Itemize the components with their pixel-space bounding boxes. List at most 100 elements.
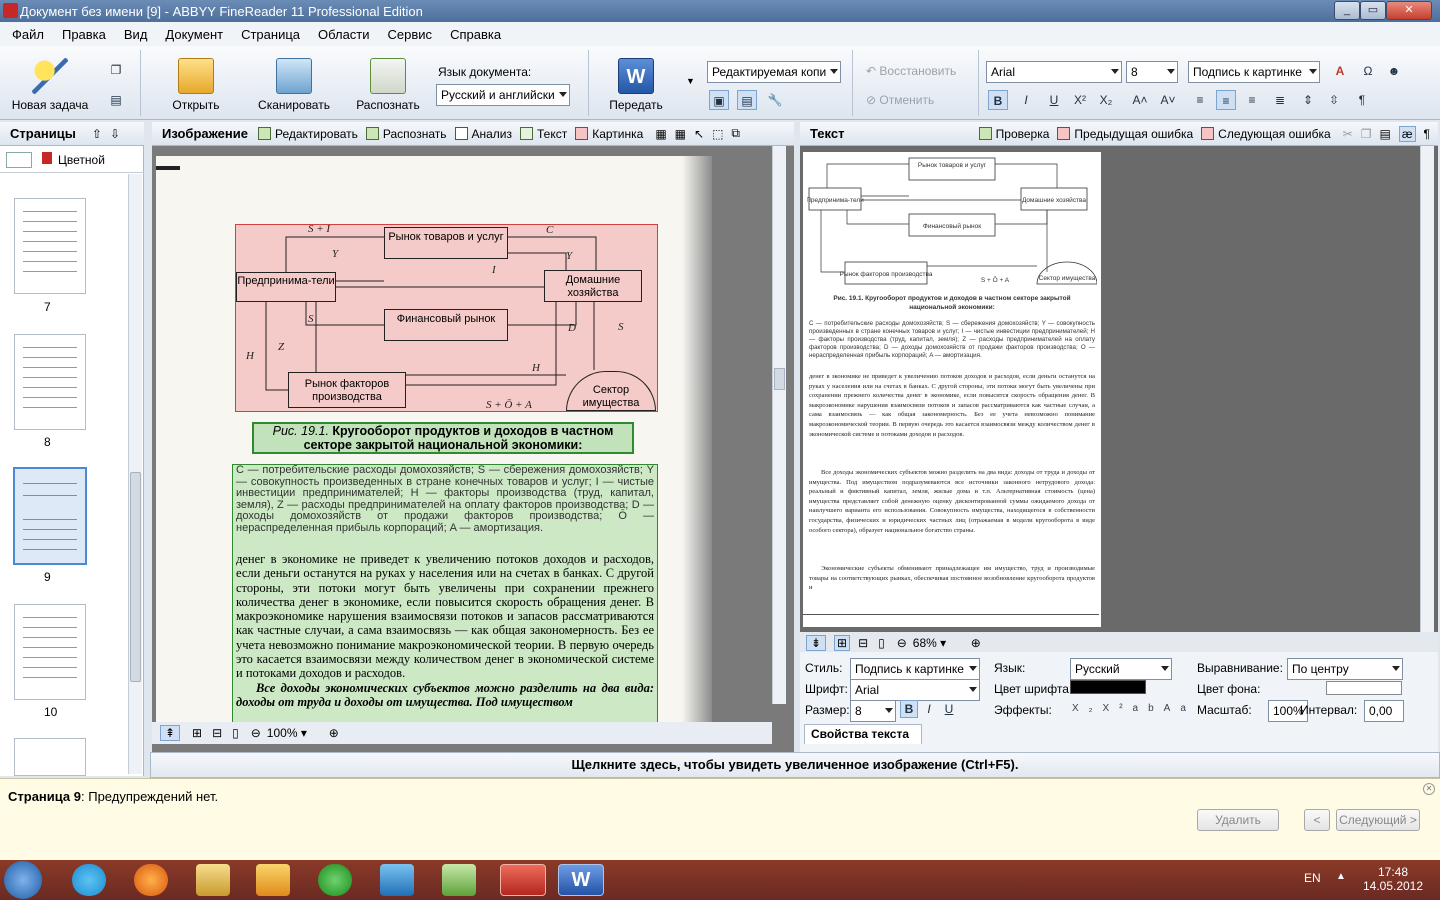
align-center-icon[interactable]: ≡: [1216, 90, 1236, 110]
explorer-icon[interactable]: [196, 864, 230, 896]
drinks-app-icon[interactable]: [442, 864, 476, 896]
scan-button[interactable]: Сканировать: [254, 58, 334, 112]
maximize-button[interactable]: ▭: [1360, 1, 1386, 20]
close-warnings-icon[interactable]: ✕: [1423, 783, 1435, 795]
fit-height-icon[interactable]: ▯: [232, 726, 239, 740]
color-mode-label[interactable]: Цветной: [58, 153, 105, 167]
style-edit-icon[interactable]: A: [1330, 61, 1350, 81]
image-scrollbar[interactable]: [772, 146, 786, 704]
menu-service[interactable]: Сервис: [376, 27, 439, 42]
close-button[interactable]: ✕: [1386, 1, 1432, 20]
page-thumbnail[interactable]: [14, 198, 86, 294]
doc-language-select[interactable]: Русский и английски: [436, 84, 570, 106]
layout-view-icon[interactable]: ▣: [709, 90, 729, 110]
grow-font-icon[interactable]: A˄: [1130, 90, 1150, 110]
clock[interactable]: 17:48 14.05.2012: [1360, 865, 1426, 893]
superscript-icon[interactable]: X²: [1070, 90, 1090, 110]
page-thumbnail[interactable]: [14, 334, 86, 430]
align-right-icon[interactable]: ≡: [1242, 90, 1262, 110]
tray-expand-icon[interactable]: ▲: [1336, 871, 1346, 882]
collapse-icon[interactable]: ⇞: [160, 725, 180, 741]
analyze-button[interactable]: Анализ: [454, 127, 512, 141]
bold-icon[interactable]: B: [988, 90, 1008, 110]
pages-scrollbar[interactable]: [128, 174, 142, 774]
media-player-icon[interactable]: [256, 864, 290, 896]
page-thumbnail[interactable]: [14, 738, 86, 776]
page-up-icon[interactable]: ⇧: [92, 127, 102, 141]
select-area-icon[interactable]: ⬚: [712, 127, 723, 141]
undo-button[interactable]: ⊘ Отменить: [866, 93, 934, 107]
align-left-icon[interactable]: ≡: [1190, 90, 1210, 110]
grid-icon[interactable]: ▦: [675, 127, 686, 141]
copy-icon[interactable]: ❐: [106, 60, 126, 80]
text-area[interactable]: С — потребительские расходы домохозяйств…: [232, 464, 658, 726]
firefox-icon[interactable]: [134, 864, 168, 896]
zoom-out-icon[interactable]: ⊖: [251, 726, 261, 740]
language-select[interactable]: Русский: [1070, 658, 1172, 680]
page-down-icon[interactable]: ⇩: [110, 127, 120, 141]
menu-page[interactable]: Страница: [229, 27, 306, 42]
text-area-button[interactable]: Текст: [520, 127, 567, 141]
next-error-button[interactable]: Следующая ошибка: [1201, 127, 1331, 141]
recognize-button[interactable]: Распознать: [352, 58, 424, 112]
align-justify-icon[interactable]: ≣: [1270, 90, 1290, 110]
menu-areas[interactable]: Области: [306, 27, 376, 42]
view-mode-icon[interactable]: [6, 152, 32, 168]
text-properties-tab[interactable]: Свойства текста: [804, 724, 922, 744]
font-family-select[interactable]: Arial: [850, 679, 980, 701]
prev-error-button[interactable]: Предыдущая ошибка: [1057, 127, 1193, 141]
line-spacing-icon[interactable]: ⇕: [1298, 90, 1318, 110]
background-color-swatch[interactable]: [1326, 681, 1402, 695]
menu-help[interactable]: Справка: [438, 27, 507, 42]
text-zoom-in-icon[interactable]: ⊕: [971, 636, 981, 650]
font-color-swatch[interactable]: [1070, 680, 1146, 694]
text-scrollbar[interactable]: [1420, 146, 1434, 634]
pointer-icon[interactable]: ↖: [694, 127, 704, 141]
fit-page-text-icon[interactable]: ⊞: [834, 635, 851, 651]
send-dropdown-icon[interactable]: ▼: [686, 76, 695, 86]
cut-icon[interactable]: ✂: [1343, 127, 1353, 141]
shrink-font-icon[interactable]: A˅: [1158, 90, 1178, 110]
picture-area[interactable]: Рынок товаров и услуг Предпринима-тели Д…: [235, 224, 658, 412]
next-warning-button[interactable]: Следующий >: [1336, 809, 1420, 831]
skype-icon[interactable]: [72, 864, 106, 896]
minimize-button[interactable]: _: [1334, 1, 1360, 20]
fit-height-text-icon[interactable]: ▯: [878, 636, 885, 650]
paragraph-marks-icon[interactable]: ¶: [1352, 90, 1372, 110]
prop-italic-icon[interactable]: I: [920, 700, 938, 718]
caption-area[interactable]: Рис. 19.1. Кругооборот продуктов и доход…: [252, 422, 634, 454]
interval-input[interactable]: 0,00: [1364, 700, 1404, 722]
prop-bold-icon[interactable]: B: [900, 700, 918, 718]
utorrent-icon[interactable]: [318, 864, 352, 896]
underline-icon[interactable]: U: [1044, 90, 1064, 110]
start-button[interactable]: [4, 861, 42, 899]
picture-area-button[interactable]: Картинка: [575, 127, 643, 141]
font-size-select[interactable]: 8: [1126, 61, 1178, 83]
restore-button[interactable]: ↶ Восстановить: [866, 64, 956, 78]
text-zoom-out-icon[interactable]: ⊖: [897, 636, 907, 650]
send-button[interactable]: W Передать: [604, 58, 668, 112]
people-icon[interactable]: ☻: [1384, 61, 1404, 81]
crop-icon[interactable]: ⧉: [731, 126, 740, 141]
table-area-icon[interactable]: ▦: [655, 127, 666, 141]
image-zoom-select[interactable]: 100% ▾: [267, 726, 327, 740]
paste-text-icon[interactable]: ▤: [1380, 127, 1391, 141]
subscript-icon[interactable]: X₂: [1096, 90, 1116, 110]
collapse-text-icon[interactable]: ⇟: [806, 635, 826, 651]
copy-text-icon[interactable]: ❐: [1361, 127, 1372, 141]
paragraph-style-select[interactable]: Подпись к картинке: [1188, 61, 1320, 83]
settings-wrench-icon[interactable]: 🔧: [765, 90, 785, 110]
delete-warning-button[interactable]: Удалить: [1197, 809, 1279, 831]
fit-width-icon[interactable]: ⊟: [212, 726, 222, 740]
new-task-button[interactable]: Новая задача: [8, 58, 92, 112]
zoom-hint-bar[interactable]: Щелкните здесь, чтобы увидеть увеличенно…: [150, 752, 1440, 778]
paste-icon[interactable]: ▤: [106, 90, 126, 110]
prop-underline-icon[interactable]: U: [940, 700, 958, 718]
size-select[interactable]: 8: [850, 700, 896, 722]
menu-file[interactable]: Файл: [0, 27, 50, 42]
omega-icon[interactable]: Ω: [1358, 61, 1378, 81]
page-thumbnail[interactable]: [14, 604, 86, 700]
font-select[interactable]: Arial: [986, 61, 1122, 83]
fit-width-text-icon[interactable]: ⊟: [858, 636, 868, 650]
menu-edit[interactable]: Правка: [50, 27, 112, 42]
